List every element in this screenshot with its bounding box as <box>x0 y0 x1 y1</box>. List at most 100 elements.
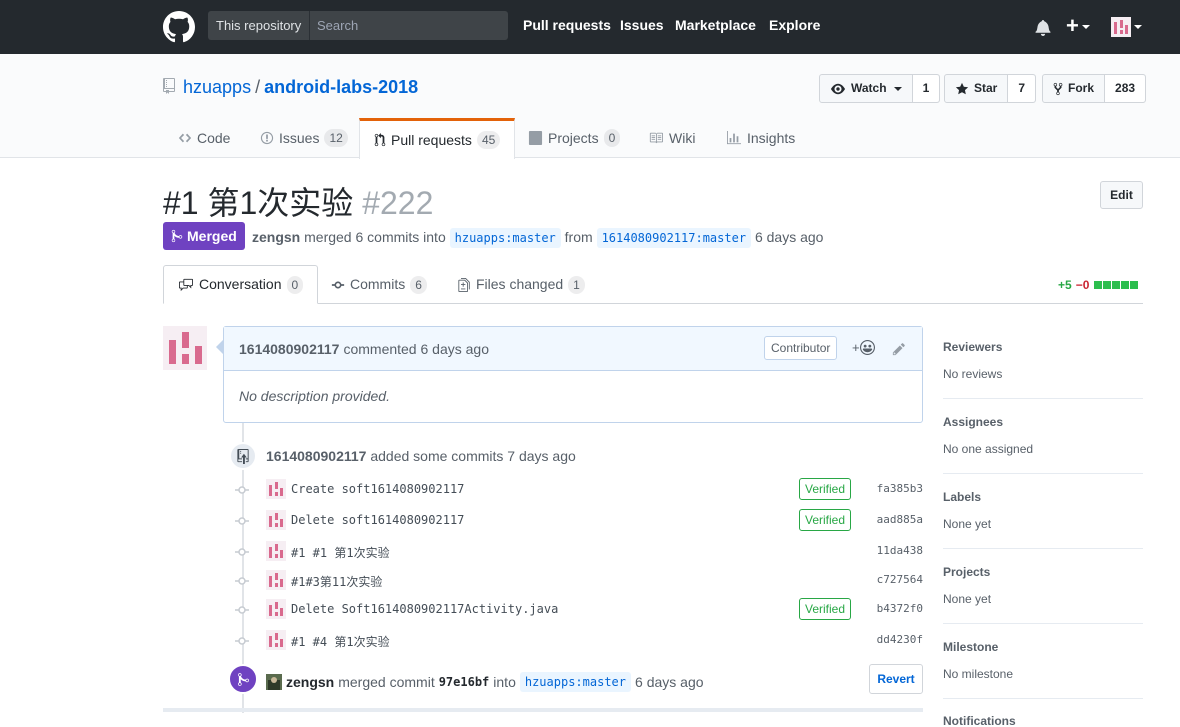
commit-row: #1 #1 第1次实验 11da438 <box>235 540 923 564</box>
tab-files-changed[interactable]: Files changed 1 <box>444 265 599 304</box>
sidebar-divider <box>943 623 1143 624</box>
head-branch-label[interactable]: 1614080902117:master <box>596 228 752 248</box>
watch-count[interactable]: 1 <box>911 75 940 102</box>
fork-count[interactable]: 283 <box>1104 75 1146 102</box>
commit-sha-link[interactable]: dd4230f <box>877 633 923 646</box>
projects-heading[interactable]: Projects <box>943 565 1143 579</box>
book-icon <box>649 132 663 144</box>
tab-insights[interactable]: Insights <box>712 118 809 158</box>
search-box: This repository <box>208 11 508 40</box>
commit-message-link[interactable]: #1 #4 第1次实验 <box>291 633 390 650</box>
commit-message-link[interactable]: Delete Soft1614080902117Activity.java <box>291 602 558 616</box>
commits-event-action: added some commits 7 days ago <box>370 448 576 464</box>
nav-marketplace[interactable]: Marketplace <box>675 17 756 33</box>
commit-sha-link[interactable]: aad885a <box>877 513 923 526</box>
code-icon <box>178 133 192 143</box>
nav-issues[interactable]: Issues <box>620 17 664 33</box>
watch-button[interactable]: Watch <box>820 75 912 102</box>
notifications-heading: Notifications <box>943 714 1016 727</box>
commit-sha-link[interactable]: 11da438 <box>877 544 923 557</box>
commit-dot-icon <box>235 577 249 585</box>
base-branch-label[interactable]: hzuapps:master <box>449 228 561 248</box>
reaction-plus: + <box>852 340 860 355</box>
add-reaction-button[interactable]: + <box>852 340 875 355</box>
verified-badge[interactable]: Verified <box>799 478 852 500</box>
labels-heading[interactable]: Labels <box>943 490 1143 504</box>
assignees-value: No one assigned <box>943 442 1034 456</box>
reviewers-heading[interactable]: Reviewers <box>943 340 1143 354</box>
milestone-heading[interactable]: Milestone <box>943 640 1143 654</box>
commit-sha-link[interactable]: fa385b3 <box>877 482 923 495</box>
sidebar-labels: Labels None yet <box>943 490 1143 531</box>
merge-commit-sha-link[interactable]: 97e16bf <box>439 675 490 689</box>
commit-sha-link[interactable]: c727564 <box>877 573 923 586</box>
assignees-heading[interactable]: Assignees <box>943 415 1143 429</box>
commits-event-author[interactable]: 1614080902117 <box>266 448 366 464</box>
merge-event: zengsn merged commit 97e16bf into hzuapp… <box>266 672 704 692</box>
sidebar-divider <box>943 548 1143 549</box>
merger-link[interactable]: zengsn <box>286 674 334 690</box>
nav-pull-requests[interactable]: Pull requests <box>523 17 611 33</box>
bell-icon[interactable] <box>1035 19 1051 36</box>
commit-author-avatar[interactable] <box>266 541 286 561</box>
merge-branch-label[interactable]: hzuapps:master <box>519 672 632 692</box>
tab-wiki-label: Wiki <box>669 130 696 146</box>
repo-name-link[interactable]: android-labs-2018 <box>264 77 418 97</box>
fork-button[interactable]: Fork <box>1043 75 1104 102</box>
commit-author-avatar[interactable] <box>266 479 286 499</box>
comment-timestamp[interactable]: commented 6 days ago <box>343 341 489 357</box>
tab-issues[interactable]: Issues 12 <box>246 118 362 158</box>
diffstat-deletions: −0 <box>1075 278 1090 292</box>
tab-wiki[interactable]: Wiki <box>634 118 709 158</box>
nav-explore[interactable]: Explore <box>769 17 820 33</box>
tab-commits-label: Commits <box>350 276 406 292</box>
star-icon <box>955 82 969 94</box>
star-label: Star <box>974 81 998 95</box>
pull-request-icon <box>374 133 386 147</box>
commit-author-avatar[interactable] <box>266 510 286 530</box>
pr-meta: zengsn merged 6 commits into hzuapps:mas… <box>252 228 823 248</box>
pencil-icon[interactable] <box>892 342 906 356</box>
user-menu[interactable] <box>1111 17 1142 37</box>
commit-author-avatar[interactable] <box>266 630 286 650</box>
repo-title: hzuapps / android-labs-2018 <box>163 77 418 98</box>
tab-projects[interactable]: Projects 0 <box>514 118 634 158</box>
commit-message-link[interactable]: Create soft1614080902117 <box>291 482 464 496</box>
verified-badge[interactable]: Verified <box>799 598 852 620</box>
tab-conversation[interactable]: Conversation 0 <box>163 265 319 304</box>
github-logo-icon[interactable] <box>163 11 195 43</box>
pr-number: #222 <box>362 185 434 221</box>
commit-author-avatar[interactable] <box>266 570 286 590</box>
commit-icon <box>331 281 345 288</box>
create-new-icon[interactable]: + <box>1066 15 1090 37</box>
commit-message-link[interactable]: #1#3第11次实验 <box>291 573 382 590</box>
commit-message-link[interactable]: #1 #1 第1次实验 <box>291 544 390 561</box>
commit-dot-icon <box>235 637 249 645</box>
smiley-icon <box>859 340 875 355</box>
search-input[interactable] <box>310 11 508 40</box>
tab-pull-requests[interactable]: Pull requests 45 <box>359 118 516 159</box>
edit-button[interactable]: Edit <box>1100 181 1143 209</box>
merged-state-badge: Merged <box>163 222 245 250</box>
sidebar-divider <box>943 473 1143 474</box>
timeline-end-bar <box>163 708 923 712</box>
commit-author-avatar[interactable] <box>266 599 286 619</box>
comment-author-link[interactable]: 1614080902117 <box>239 341 339 357</box>
repo-owner-link[interactable]: hzuapps <box>183 77 251 97</box>
tab-commits[interactable]: Commits 6 <box>317 265 441 304</box>
commit-sha-link[interactable]: b4372f0 <box>877 602 923 615</box>
commit-message-link[interactable]: Delete soft1614080902117 <box>291 513 464 527</box>
star-count[interactable]: 7 <box>1007 75 1036 102</box>
pr-from-text: from <box>564 229 593 245</box>
revert-button[interactable]: Revert <box>869 664 923 694</box>
tab-code[interactable]: Code <box>164 118 244 158</box>
star-button[interactable]: Star <box>945 75 1007 102</box>
commenter-avatar[interactable] <box>163 326 207 370</box>
merger-avatar[interactable] <box>266 674 282 690</box>
fork-icon <box>1053 82 1063 95</box>
global-header: This repository Pull requests Issues Mar… <box>0 0 1180 54</box>
verified-badge[interactable]: Verified <box>799 509 852 531</box>
pulls-counter: 45 <box>476 131 501 149</box>
pr-author-link[interactable]: zengsn <box>252 229 300 245</box>
tab-issues-label: Issues <box>279 130 320 146</box>
